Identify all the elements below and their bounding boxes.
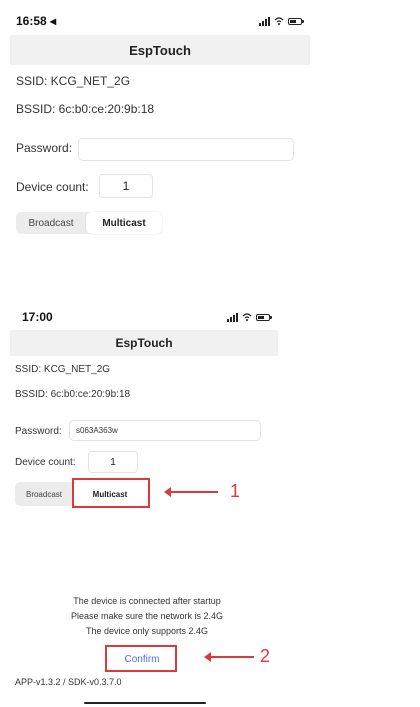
ssid-text-bottom: SSID: KCG_NET_2G — [15, 364, 111, 375]
status-bar-bottom: 17:00 — [0, 304, 280, 330]
device-count-field-top[interactable]: 1 — [99, 174, 153, 198]
bssid-text-top: BSSID: 6c:b0:ce:20:9b:18 — [16, 102, 155, 116]
home-indicator — [84, 702, 206, 704]
password-input-top[interactable] — [78, 138, 294, 161]
bssid-text-bottom: BSSID: 6c:b0:ce:20:9b:18 — [15, 389, 131, 400]
page-title-bottom: EspTouch — [115, 336, 173, 350]
callout-number-1: 1 — [230, 481, 241, 501]
device-count-label-top: Device count: — [16, 180, 89, 194]
nav-bar-top: EspTouch — [10, 35, 310, 65]
message-line-3: The device only supports 2.4G — [85, 626, 209, 636]
wifi-icon — [274, 17, 284, 25]
broadcast-button-top[interactable]: Broadcast — [16, 212, 86, 234]
password-input-bottom[interactable]: s063A363w — [69, 420, 261, 441]
signal-icon — [259, 16, 270, 26]
device-count-label-bottom: Device count: — [15, 457, 76, 468]
callout-arrow-2 — [204, 652, 254, 662]
page-title-top: EspTouch — [129, 42, 191, 58]
signal-icon — [227, 312, 238, 322]
setup-message: The device is connected after startup Pl… — [22, 594, 272, 639]
callout-arrow-1 — [164, 487, 218, 497]
status-bar-top: 16:58 ◂ — [0, 8, 310, 34]
password-label-bottom: Password: — [15, 426, 62, 437]
callout-number-2: 2 — [260, 646, 271, 666]
multicast-button-top[interactable]: Multicast — [86, 212, 162, 234]
mode-selector-bottom: Broadcast Multicast — [15, 482, 147, 506]
broadcast-button-bottom[interactable]: Broadcast — [15, 482, 73, 506]
status-icons-top — [259, 16, 304, 26]
message-line-2: Please make sure the network is 2.4G — [70, 611, 224, 621]
confirm-button[interactable]: Confirm — [110, 648, 174, 670]
message-line-1: The device is connected after startup — [73, 596, 221, 606]
version-text: APP-v1.3.2 / SDK-v0.3.7.0 — [15, 677, 122, 687]
device-count-field-bottom[interactable]: 1 — [88, 451, 138, 473]
status-time-bottom: 17:00 — [22, 310, 53, 324]
password-label-top: Password: — [16, 141, 73, 155]
nav-bar-bottom: EspTouch — [10, 330, 278, 356]
wifi-icon — [242, 313, 252, 321]
status-icons-bottom — [227, 312, 272, 322]
status-time-top: 16:58 ◂ — [16, 14, 57, 28]
mode-selector-top: Broadcast Multicast — [16, 212, 162, 234]
battery-icon — [288, 17, 304, 25]
battery-icon — [256, 313, 272, 321]
ssid-text-top: SSID: KCG_NET_2G — [16, 74, 131, 88]
annotated-esptouch-screenshot: 16:58 ◂ EspTouch SSID: KCG_NET_2G BSSID:… — [0, 0, 420, 707]
multicast-button-bottom[interactable]: Multicast — [73, 482, 147, 506]
